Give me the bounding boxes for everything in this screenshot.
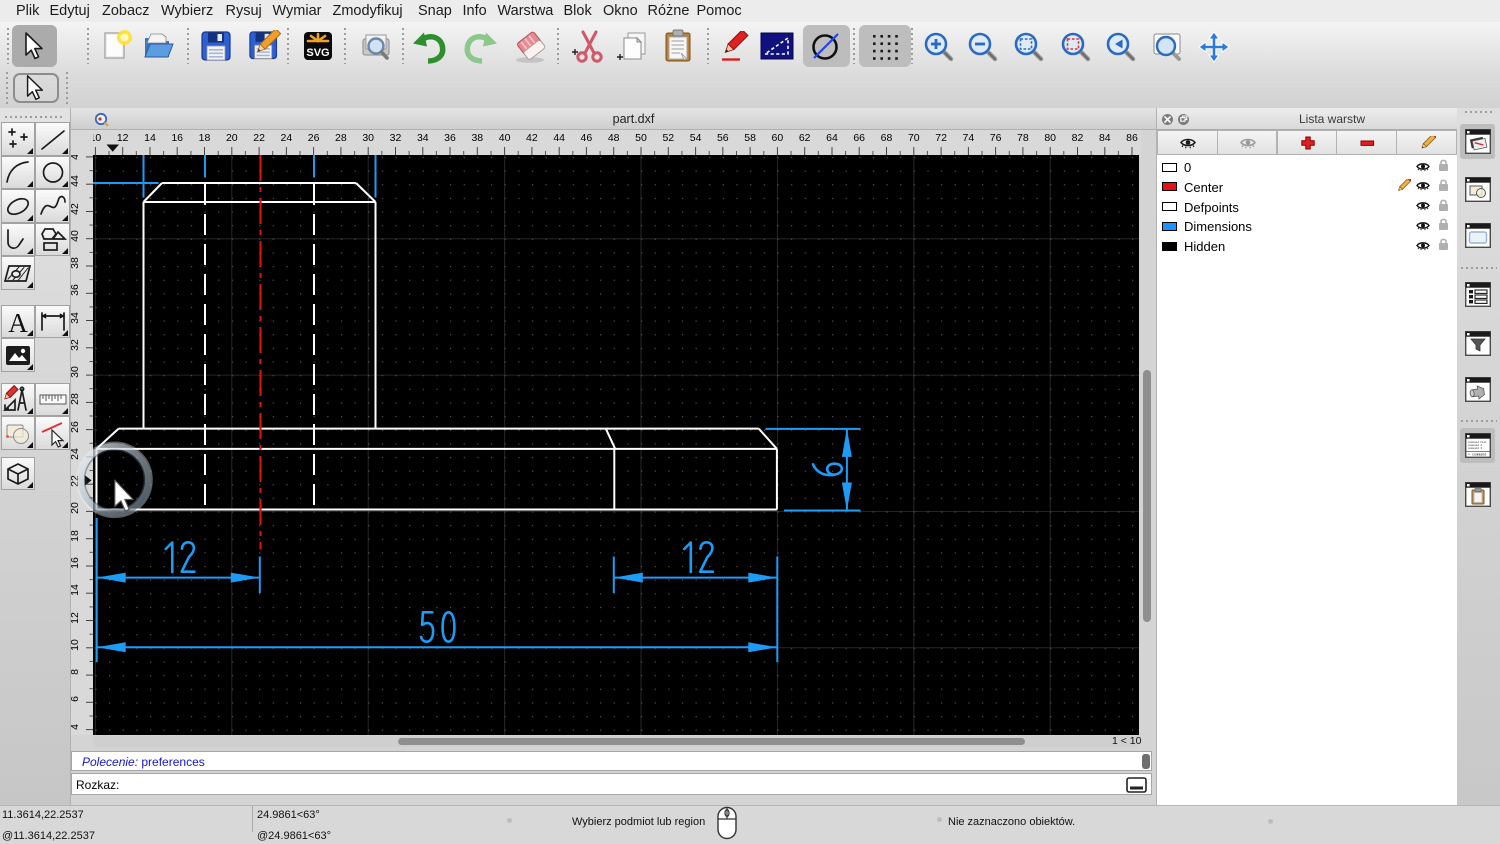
svg-text:command 3: command 3 (1468, 446, 1482, 450)
svg-text:> command: > command (1468, 453, 1486, 458)
svg-text:SVG: SVG (306, 47, 329, 59)
svg-text:A: A (8, 308, 28, 337)
